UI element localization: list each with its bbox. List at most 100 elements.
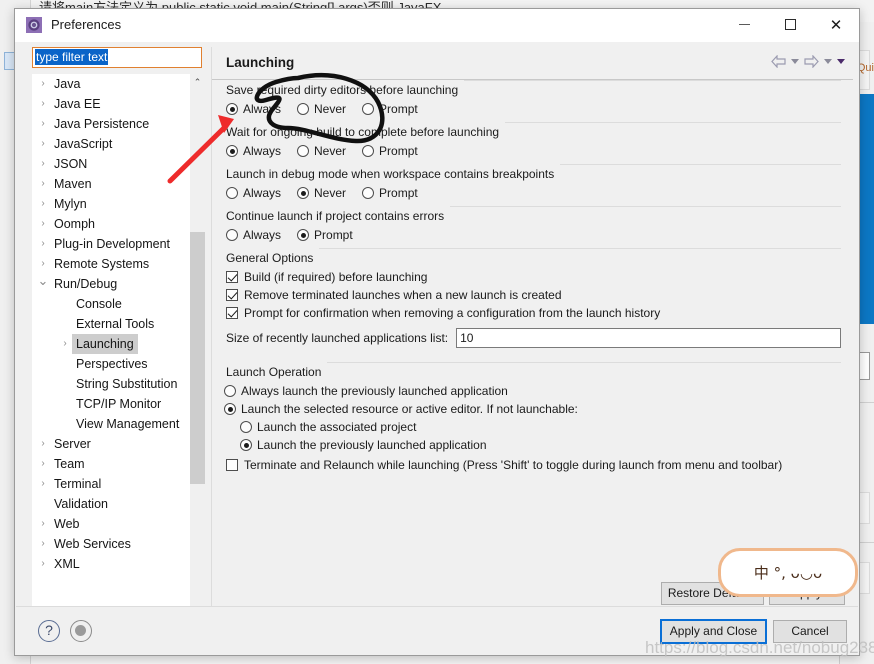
chevron-right-icon[interactable]: › [36,434,50,454]
sidebar-item-tcp-ip-monitor[interactable]: TCP/IP Monitor [32,394,202,414]
sidebar-item-plug-in-development[interactable]: › Plug-in Development [32,234,202,254]
forward-history-chevron-down-icon[interactable] [824,59,832,64]
launch-operation-option[interactable]: Launch the selected resource or active e… [224,400,841,418]
minimize-button[interactable] [721,9,767,40]
general-options-label: General Options [224,248,320,268]
scroll-up-icon[interactable]: ⌃ [190,74,205,90]
sidebar-item-label: Plug-in Development [54,237,171,251]
radio-option[interactable]: Prompt [362,102,418,116]
sidebar-item-validation[interactable]: Validation [32,494,202,514]
radio-button[interactable] [226,187,238,199]
chevron-right-icon[interactable]: › [36,194,50,214]
sidebar-item-xml[interactable]: › XML [32,554,202,574]
radio-option[interactable]: Prompt [362,186,418,200]
radio-option[interactable]: Always [226,228,281,242]
maximize-button[interactable] [767,9,813,40]
sidebar-item-view-management[interactable]: View Management [32,414,202,434]
sidebar-item-java-persistence[interactable]: › Java Persistence [32,114,202,134]
forward-arrow-icon[interactable] [804,54,819,69]
filter-input[interactable]: type filter text [32,47,202,68]
radio-option[interactable]: Prompt [362,144,418,158]
radio-button[interactable] [226,103,238,115]
sidebar-item-javascript[interactable]: › JavaScript [32,134,202,154]
sidebar-item-oomph[interactable]: › Oomph [32,214,202,234]
chevron-right-icon[interactable]: › [36,74,50,94]
radio-button[interactable] [240,421,252,433]
help-icon[interactable]: ? [38,620,60,642]
radio-option[interactable]: Always [226,102,281,116]
radio-option[interactable]: Never [297,144,346,158]
checkbox-label: Prompt for confirmation when removing a … [244,306,661,320]
radio-button[interactable] [297,103,310,115]
checkbox-row[interactable]: Prompt for confirmation when removing a … [224,304,841,322]
sidebar-item-launching[interactable]: › Launching [32,334,202,354]
oomph-record-icon[interactable] [70,620,92,642]
checkbox-row[interactable]: Build (if required) before launching [224,268,841,286]
sidebar-item-team[interactable]: › Team [32,454,202,474]
sidebar-item-perspectives[interactable]: Perspectives [32,354,202,374]
sidebar-item-terminal[interactable]: › Terminal [32,474,202,494]
checkbox[interactable] [226,271,238,283]
sidebar-item-java[interactable]: › Java [32,74,202,94]
terminate-relaunch-row[interactable]: Terminate and Relaunch while launching (… [224,454,841,474]
radio-option[interactable]: Always [226,186,281,200]
sidebar-item-run-debug[interactable]: ⌄ Run/Debug [32,274,202,294]
size-input[interactable]: 10 [456,328,841,348]
radio-button[interactable] [224,403,236,415]
chevron-right-icon[interactable]: › [36,514,50,534]
sidebar-item-maven[interactable]: › Maven [32,174,202,194]
radio-option[interactable]: Never [297,102,346,116]
sidebar-item-java-ee[interactable]: › Java EE [32,94,202,114]
chevron-right-icon[interactable]: › [36,454,50,474]
chevron-right-icon[interactable]: › [36,474,50,494]
chevron-right-icon[interactable]: › [36,214,50,234]
radio-button[interactable] [362,187,375,199]
back-arrow-icon[interactable] [771,54,786,69]
radio-button[interactable] [226,145,238,157]
chevron-right-icon[interactable]: › [36,154,50,174]
radio-button[interactable] [224,385,236,397]
chevron-right-icon[interactable]: › [36,174,50,194]
radio-button[interactable] [297,229,310,241]
radio-button[interactable] [297,145,310,157]
launch-operation-option[interactable]: Launch the previously launched applicati… [240,436,841,454]
preferences-tree[interactable]: › Java › Java EE › Java Persistence › JavaScrip… [32,74,202,622]
sidebar-item-web[interactable]: › Web [32,514,202,534]
sidebar-item-server[interactable]: › Server [32,434,202,454]
launch-operation-option[interactable]: Always launch the previously launched ap… [224,382,841,400]
sidebar-item-web-services[interactable]: › Web Services [32,534,202,554]
sidebar-item-console[interactable]: Console [32,294,202,314]
radio-button[interactable] [297,187,310,199]
checkbox-row[interactable]: Remove terminated launches when a new la… [224,286,841,304]
sidebar-item-string-substitution[interactable]: String Substitution [32,374,202,394]
checkbox[interactable] [226,289,238,301]
chevron-right-icon[interactable]: › [36,254,50,274]
sidebar-item-json[interactable]: › JSON [32,154,202,174]
scroll-thumb[interactable] [190,232,205,484]
chevron-down-icon[interactable]: ⌄ [36,274,50,288]
radio-option[interactable]: Never [297,186,346,200]
close-button[interactable]: ✕ [813,9,859,40]
launch-operation-option[interactable]: Launch the associated project [240,418,841,436]
radio-button[interactable] [226,229,238,241]
chevron-right-icon[interactable]: › [36,234,50,254]
sidebar-item-remote-systems[interactable]: › Remote Systems [32,254,202,274]
chevron-right-icon[interactable]: › [36,114,50,134]
radio-option[interactable]: Prompt [297,228,353,242]
radio-option[interactable]: Always [226,144,281,158]
radio-button[interactable] [362,145,375,157]
chevron-right-icon[interactable]: › [36,534,50,554]
radio-button[interactable] [240,439,252,451]
view-menu-chevron-down-icon[interactable] [837,59,845,64]
chevron-right-icon[interactable]: › [36,94,50,114]
radio-button[interactable] [362,103,375,115]
sidebar-item-mylyn[interactable]: › Mylyn [32,194,202,214]
tree-vertical-scrollbar[interactable]: ⌃ ⌄ [190,74,205,622]
sidebar-item-external-tools[interactable]: External Tools [32,314,202,334]
chevron-right-icon[interactable]: › [36,134,50,154]
chevron-right-icon[interactable]: › [58,334,72,354]
checkbox[interactable] [226,307,238,319]
back-history-chevron-down-icon[interactable] [791,59,799,64]
checkbox[interactable] [226,459,238,471]
chevron-right-icon[interactable]: › [36,554,50,574]
